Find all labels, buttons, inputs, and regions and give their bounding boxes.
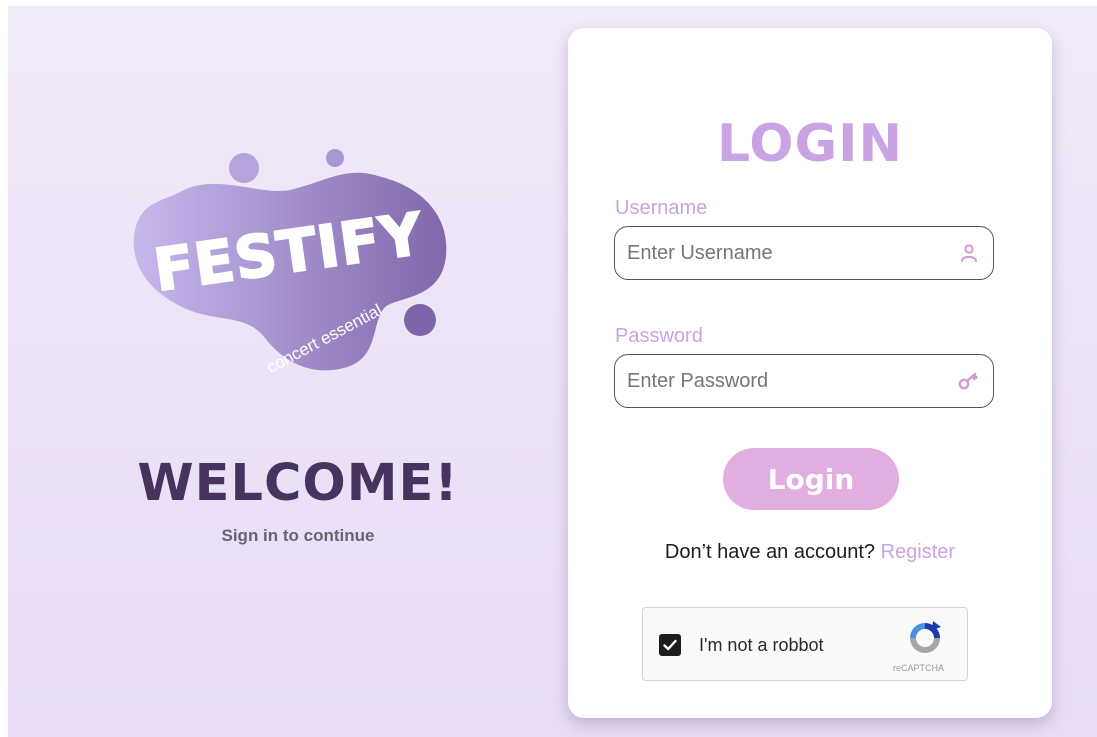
login-title: LOGIN <box>716 114 904 174</box>
festify-logo: FESTIFY concert essential <box>120 144 460 384</box>
username-field-container <box>614 226 994 280</box>
key-icon <box>957 369 981 393</box>
password-input[interactable] <box>627 369 957 393</box>
captcha-label: I'm not a robbot <box>699 635 824 655</box>
register-prompt: Don’t have an account? <box>664 541 876 563</box>
logo-dot-large <box>229 153 259 183</box>
register-link[interactable]: Register <box>881 541 955 563</box>
register-prompt-line: Don’t have an account? Register <box>568 541 1052 564</box>
recaptcha-icon <box>910 621 941 653</box>
username-input[interactable] <box>627 241 957 265</box>
recaptcha-brand: reCAPTCHA <box>893 663 945 673</box>
username-label: Username <box>615 197 708 219</box>
password-field-container <box>614 354 994 408</box>
festify-logo-graphic: FESTIFY concert essential <box>133 149 447 377</box>
welcome-subtitle: Sign in to continue <box>221 526 375 545</box>
password-label: Password <box>615 325 703 347</box>
user-icon <box>957 241 981 265</box>
captcha-checkbox[interactable] <box>659 634 681 656</box>
logo-dot-small <box>326 149 344 167</box>
recaptcha-widget: I'm not a robbot reCAPTCHA <box>642 607 968 681</box>
login-button[interactable]: Login <box>723 448 899 510</box>
login-card: LOGIN Username Password Login Don’t have… <box>568 28 1052 718</box>
logo-dot-right <box>404 304 436 336</box>
welcome-heading: WELCOME! <box>137 454 459 513</box>
checkmark-icon <box>663 639 677 651</box>
